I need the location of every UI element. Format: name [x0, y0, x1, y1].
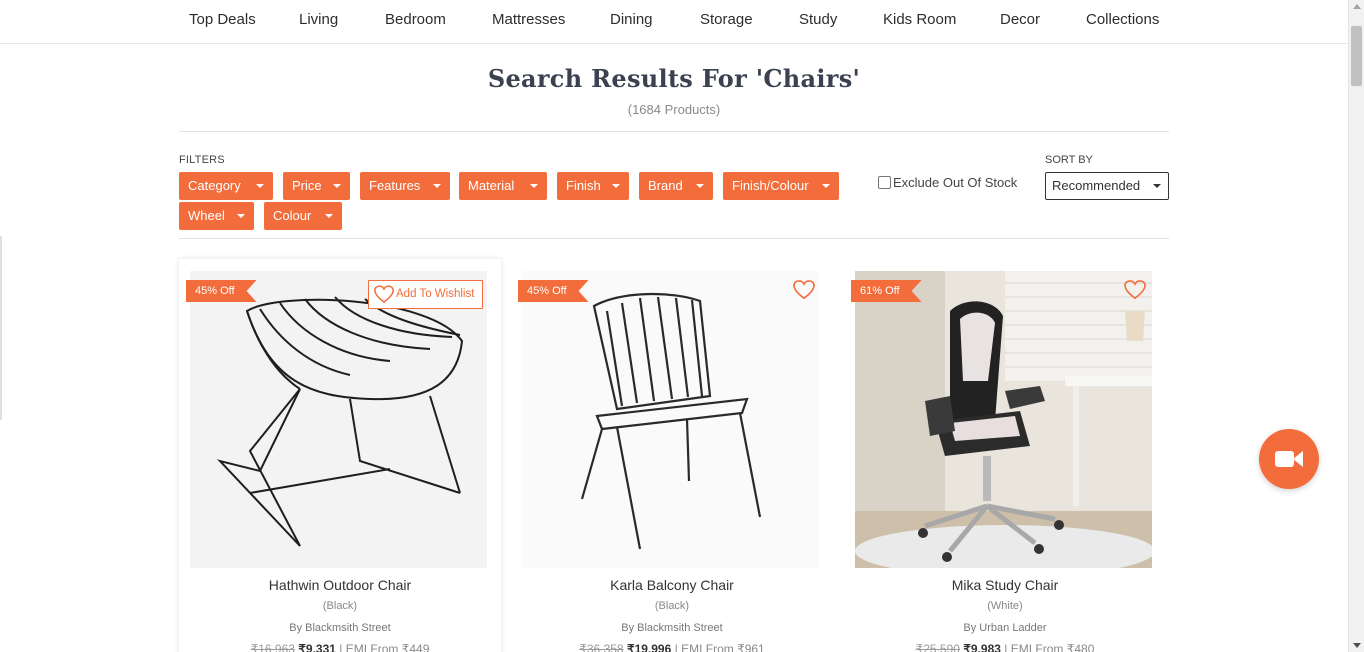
product-brand: By Blackmsith Street [621, 622, 723, 634]
filters-label: FILTERS [179, 154, 225, 166]
discount-badge: 45% Off [518, 280, 589, 302]
nav-collections[interactable]: Collections [1086, 11, 1159, 28]
product-image[interactable] [522, 271, 819, 568]
divider [179, 131, 1169, 132]
product-name[interactable]: Karla Balcony Chair [511, 577, 833, 593]
product-image[interactable] [855, 271, 1152, 568]
scroll-up-arrow-icon[interactable] [1353, 4, 1361, 9]
video-call-button[interactable] [1259, 429, 1319, 489]
nav-living[interactable]: Living [299, 11, 338, 28]
product-color: (Black) [322, 600, 358, 612]
discount-badge: 45% Off [186, 280, 257, 302]
heart-icon[interactable] [1124, 280, 1146, 300]
product-count: (1684 Products) [627, 102, 721, 117]
filter-wheel-label: Wheel [188, 208, 225, 223]
caret-down-icon [696, 184, 704, 188]
sort-select[interactable]: Recommended [1045, 172, 1169, 200]
heart-icon [374, 285, 394, 303]
product-brand: By Blackmsith Street [289, 622, 391, 634]
product-price: ₹25,590 ₹9,983 | EMI From ₹480 [844, 642, 1166, 652]
caret-down-icon [325, 214, 333, 218]
product-image[interactable] [190, 271, 487, 568]
caret-down-icon [530, 184, 538, 188]
filter-brand-label: Brand [648, 178, 683, 193]
emi-text: | EMI From ₹449 [339, 642, 430, 652]
wire-chair-image [190, 271, 487, 568]
original-price: ₹36,358 [579, 642, 624, 652]
filter-finish-label: Finish [566, 178, 601, 193]
caret-down-icon [237, 214, 245, 218]
add-to-wishlist-button[interactable]: Add To Wishlist [368, 280, 483, 309]
filter-category[interactable]: Category [179, 172, 273, 200]
top-navigation: Top Deals Living Bedroom Mattresses Dini… [0, 0, 1348, 44]
caret-down-icon [256, 184, 264, 188]
product-color: (White) [987, 600, 1023, 612]
scrollbar-thumb[interactable] [1351, 26, 1362, 86]
divider [179, 238, 1169, 239]
sale-price: ₹9,983 [963, 642, 1001, 652]
exclude-out-of-stock-label: Exclude Out Of Stock [893, 175, 1018, 190]
product-card[interactable]: 61% Off Mika Study Chair (White) By Urba… [844, 259, 1166, 652]
sale-price: ₹19,996 [626, 642, 672, 652]
page-scrollbar[interactable] [1348, 0, 1364, 652]
video-camera-icon [1275, 451, 1294, 467]
product-name[interactable]: Hathwin Outdoor Chair [179, 577, 501, 593]
filter-material-label: Material [468, 178, 515, 193]
caret-down-icon [333, 184, 341, 188]
caret-down-icon [612, 184, 620, 188]
caret-down-icon [433, 184, 441, 188]
filter-finish-colour[interactable]: Finish/Colour [723, 172, 839, 200]
original-price: ₹16,963 [250, 642, 295, 652]
nav-mattresses[interactable]: Mattresses [492, 11, 565, 28]
sort-by-label: SORT BY [1045, 154, 1093, 166]
nav-dining[interactable]: Dining [610, 11, 653, 28]
filter-features[interactable]: Features [360, 172, 450, 200]
nav-study[interactable]: Study [799, 11, 837, 28]
nav-storage[interactable]: Storage [700, 11, 753, 28]
add-to-wishlist-label: Add To Wishlist [396, 288, 475, 300]
emi-text: | EMI From ₹480 [1004, 642, 1095, 652]
side-panel-edge [0, 236, 2, 420]
emi-text: | EMI From ₹961 [674, 642, 765, 652]
balcony-chair-image [522, 271, 819, 568]
filter-finish[interactable]: Finish [557, 172, 629, 200]
sale-price: ₹9,331 [298, 642, 336, 652]
product-card[interactable]: 45% Off Karla Balcony Chair (Black) By B… [511, 259, 833, 652]
sort-selected-value: Recommended [1052, 178, 1141, 193]
scroll-down-arrow-icon[interactable] [1353, 643, 1361, 648]
heart-icon[interactable] [793, 280, 815, 300]
filter-price-label: Price [292, 178, 322, 193]
caret-down-icon [822, 184, 830, 188]
nav-decor[interactable]: Decor [1000, 11, 1040, 28]
filter-material[interactable]: Material [459, 172, 547, 200]
product-price: ₹36,358 ₹19,996 | EMI From ₹961 [511, 642, 833, 652]
discount-badge: 61% Off [851, 280, 922, 302]
nav-kids-room[interactable]: Kids Room [883, 11, 956, 28]
product-name[interactable]: Mika Study Chair [844, 577, 1166, 593]
filter-price[interactable]: Price [283, 172, 350, 200]
filter-brand[interactable]: Brand [639, 172, 713, 200]
filter-category-label: Category [188, 178, 241, 193]
product-price: ₹16,963 ₹9,331 | EMI From ₹449 [179, 642, 501, 652]
original-price: ₹25,590 [915, 642, 960, 652]
product-card[interactable]: 45% Off Add To Wishlist Hathwin Outdoor … [179, 259, 501, 652]
filter-features-label: Features [369, 178, 421, 193]
filter-wheel[interactable]: Wheel [179, 202, 254, 230]
nav-bedroom[interactable]: Bedroom [385, 11, 446, 28]
exclude-out-of-stock-checkbox[interactable] [878, 176, 891, 189]
caret-down-icon [1153, 184, 1161, 188]
product-color: (Black) [654, 600, 690, 612]
product-brand: By Urban Ladder [963, 622, 1047, 634]
video-camera-lens-icon [1293, 451, 1303, 467]
filter-colour[interactable]: Colour [264, 202, 342, 230]
page-title: Search Results For 'Chairs' [487, 64, 861, 93]
nav-top-deals[interactable]: Top Deals [189, 11, 256, 28]
study-chair-image [855, 271, 1152, 568]
exclude-out-of-stock[interactable]: Exclude Out Of Stock [878, 175, 1017, 190]
filter-finish-colour-label: Finish/Colour [732, 178, 809, 193]
filter-colour-label: Colour [273, 208, 312, 223]
